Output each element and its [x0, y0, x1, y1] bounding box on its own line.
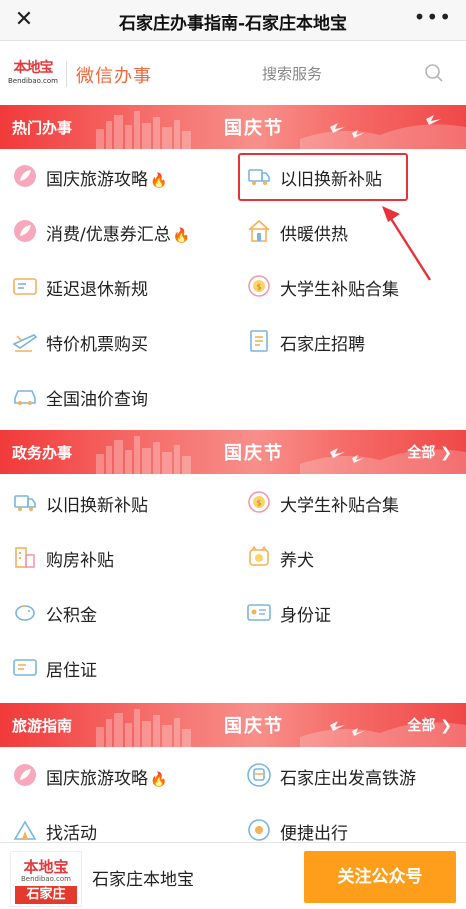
service-label: 身份证: [280, 606, 331, 626]
account-name: 石家庄本地宝: [92, 870, 194, 890]
service-label: 养犬: [280, 551, 314, 571]
service-label: 以旧换新补贴: [46, 496, 148, 516]
brand-name: 微信办事: [76, 66, 152, 87]
service-item[interactable]: 石家庄出发高铁游: [246, 754, 456, 794]
logo-text: 本地宝: [23, 858, 69, 876]
logo-subtext: Bendibao.com: [8, 77, 59, 85]
service-item[interactable]: 公积金: [12, 591, 222, 631]
service-label: 石家庄出发高铁游: [280, 769, 416, 789]
service-label: 全国油价查询: [46, 390, 148, 410]
service-item[interactable]: 以旧换新补贴: [12, 481, 222, 521]
service-label: 国庆旅游攻略: [46, 170, 148, 190]
service-label: 供暖供热: [280, 225, 348, 245]
service-label: 特价机票购买: [46, 335, 148, 355]
document-icon: [250, 330, 268, 352]
leaf-icon: [14, 165, 36, 187]
view-all-link[interactable]: 全部 ❯: [407, 442, 452, 462]
tent-icon: [13, 820, 37, 840]
house-icon: [248, 219, 270, 242]
more-options-icon[interactable]: •••: [414, 5, 452, 29]
service-label: 便捷出行: [280, 824, 348, 844]
hot-fire-icon: 🔥: [150, 173, 168, 189]
logo-city: 石家庄: [15, 886, 77, 904]
compass-icon: [248, 819, 270, 841]
service-item[interactable]: 特价机票购买: [12, 320, 222, 360]
card-icon: [13, 278, 37, 295]
annotation-arrow-icon: [382, 206, 432, 281]
id-card-icon: [247, 604, 271, 621]
festival-label: 国庆节: [224, 443, 284, 464]
service-item[interactable]: 消费/优惠券汇总 🔥: [12, 210, 222, 250]
festival-label: 国庆节: [224, 716, 284, 737]
leaf-icon: [14, 764, 36, 786]
section-banner-government: 政务办事 国庆节 全部 ❯: [0, 430, 466, 474]
service-item[interactable]: 国庆旅游攻略 🔥: [12, 754, 222, 794]
logo-text: 本地宝: [13, 60, 54, 76]
card-icon: [13, 659, 37, 676]
close-icon[interactable]: ✕: [12, 8, 36, 32]
plane-icon: [12, 334, 38, 352]
section-title: 政务办事: [12, 444, 73, 462]
dog-icon: [249, 545, 269, 566]
hot-fire-icon: 🔥: [172, 228, 191, 244]
page-title: 石家庄办事指南-石家庄本地宝: [118, 14, 348, 34]
service-item[interactable]: $ 大学生补贴合集: [246, 481, 456, 521]
service-label: 购房补贴: [46, 551, 114, 571]
service-item[interactable]: 石家庄招聘: [246, 320, 456, 360]
follow-bar: 本地宝 Bendibao.com 石家庄 石家庄本地宝 关注公众号: [0, 842, 466, 909]
train-icon: [247, 763, 271, 787]
service-label: 国庆旅游攻略: [46, 769, 148, 789]
service-label: 延迟退休新规: [46, 280, 148, 300]
service-label: 石家庄招聘: [280, 335, 365, 355]
service-item[interactable]: 延迟退休新规: [12, 265, 222, 305]
section-banner-hot: 热门办事 国庆节: [0, 105, 466, 149]
hot-fire-icon: 🔥: [150, 772, 168, 788]
account-logo: 本地宝 Bendibao.com 石家庄: [10, 851, 82, 907]
section-title: 旅游指南: [12, 717, 73, 735]
service-label: 大学生补贴合集: [280, 496, 399, 516]
piggy-bank-icon: [15, 605, 35, 621]
search-icon[interactable]: [424, 63, 444, 83]
coin-icon: $: [248, 275, 270, 297]
service-item[interactable]: 居住证: [12, 646, 222, 686]
service-label: 找活动: [46, 824, 97, 844]
service-item[interactable]: 身份证: [246, 591, 456, 631]
car-icon: [14, 390, 36, 405]
service-label: 消费/优惠券汇总: [46, 225, 171, 245]
service-item[interactable]: 国庆旅游攻略 🔥: [12, 155, 222, 195]
brand-divider: [66, 61, 67, 87]
service-item[interactable]: 全国油价查询: [12, 375, 222, 415]
leaf-icon: [14, 220, 36, 242]
svg-text:$: $: [256, 283, 261, 292]
search-input[interactable]: 搜索服务: [262, 63, 322, 84]
section-banner-travel: 旅游指南 国庆节 全部 ❯: [0, 703, 466, 747]
brand-bar: 本地宝 Bendibao.com 微信办事 搜索服务: [0, 41, 466, 105]
coin-icon: $: [248, 491, 270, 513]
truck-icon: [14, 495, 36, 511]
building-icon: [15, 547, 35, 568]
view-all-link[interactable]: 全部 ❯: [407, 715, 452, 735]
section-title: 热门办事: [12, 119, 73, 137]
title-bar: ✕ 石家庄办事指南-石家庄本地宝 •••: [0, 0, 466, 41]
logo-subtext: Bendibao.com: [20, 875, 71, 883]
bendibao-logo: 本地宝 Bendibao.com: [8, 55, 58, 91]
highlight-box: [238, 153, 408, 201]
service-label: 公积金: [46, 606, 97, 626]
service-item[interactable]: 养犬: [246, 536, 456, 576]
service-item[interactable]: 购房补贴: [12, 536, 222, 576]
service-label: 居住证: [46, 661, 97, 681]
festival-label: 国庆节: [224, 118, 284, 139]
svg-text:$: $: [256, 499, 261, 508]
chevron-right-icon: ❯: [435, 718, 452, 734]
chevron-right-icon: ❯: [435, 445, 452, 461]
follow-button[interactable]: 关注公众号: [304, 851, 456, 903]
